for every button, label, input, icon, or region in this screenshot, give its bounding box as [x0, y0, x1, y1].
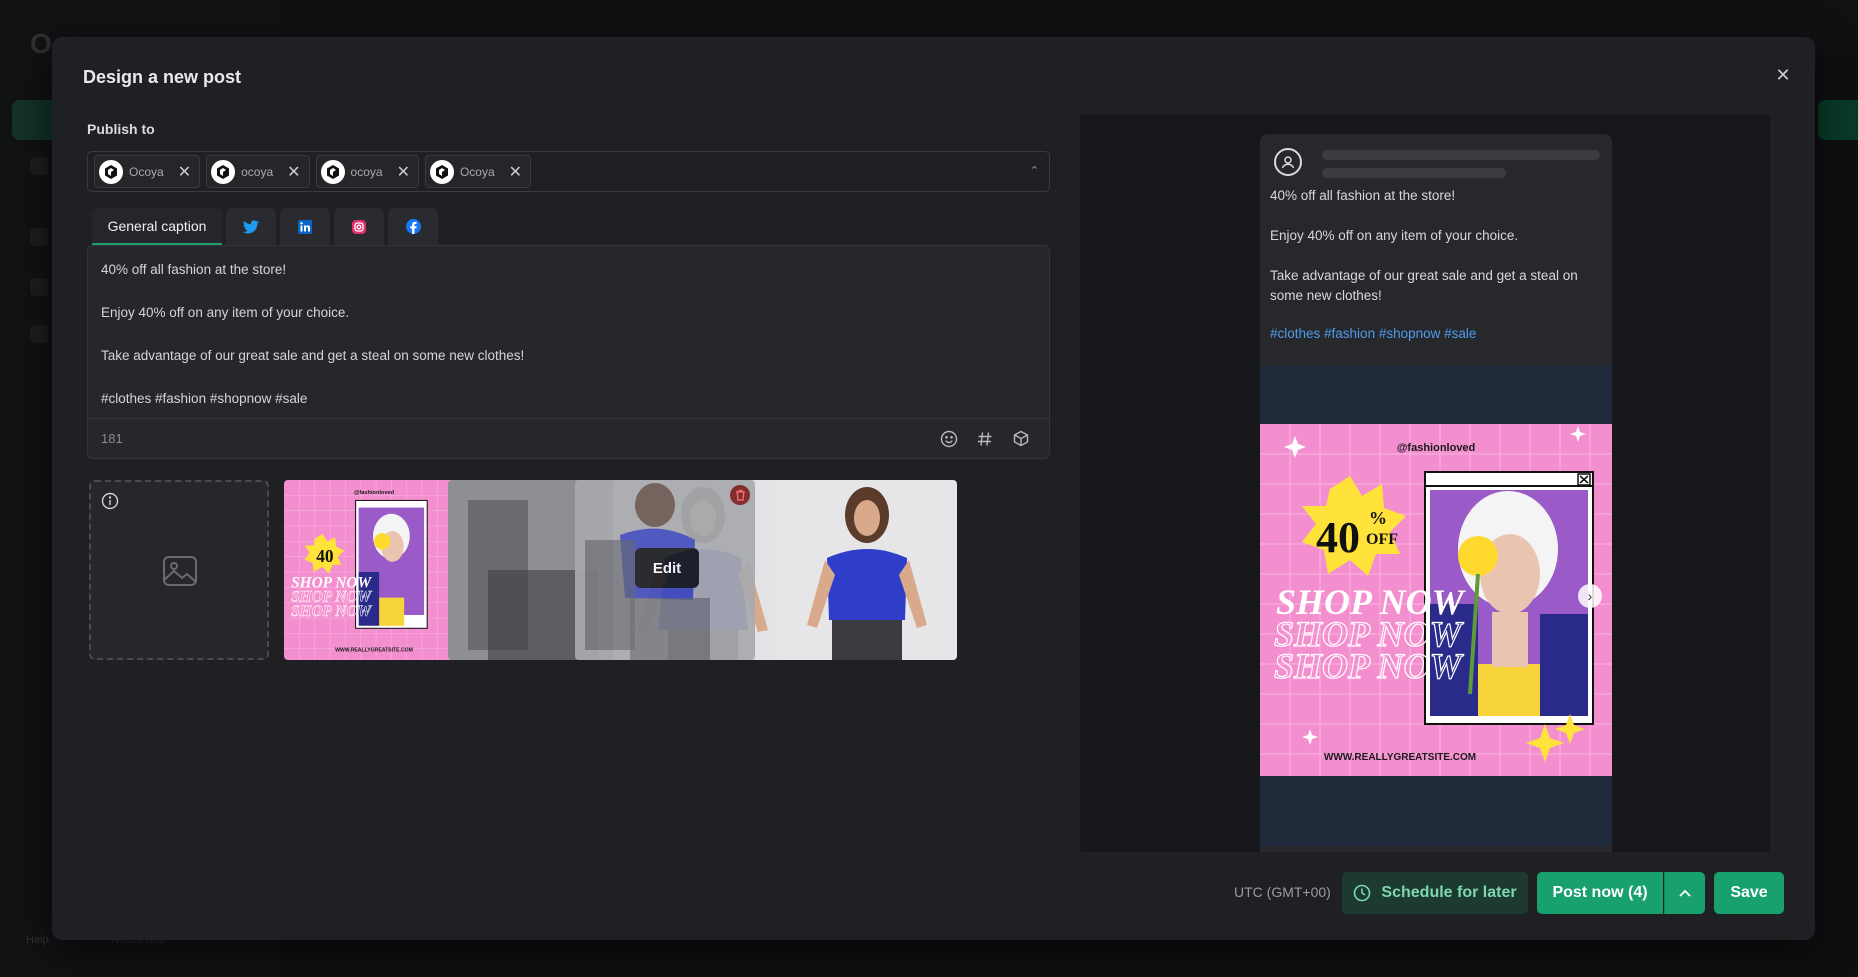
account-chip: Ocoya ✕	[94, 155, 201, 188]
caption-toolbar: 181	[88, 418, 1049, 458]
publish-to-label: Publish to	[87, 121, 155, 137]
media-thumb-photo-3[interactable]	[777, 480, 957, 660]
svg-text:WWW.REALLYGREATSITE.COM: WWW.REALLYGREATSITE.COM	[335, 647, 413, 653]
account-name: Ocoya	[459, 164, 495, 179]
svg-text:WWW.REALLYGREATSITE.COM: WWW.REALLYGREATSITE.COM	[1324, 752, 1476, 763]
clock-icon	[1354, 884, 1371, 902]
linkedin-icon	[298, 219, 312, 234]
svg-text:40: 40	[1316, 513, 1360, 562]
ocoya-logo-icon	[429, 159, 454, 184]
user-avatar-icon	[1274, 148, 1302, 176]
emoji-icon[interactable]	[934, 427, 964, 451]
svg-text:SHOP NOW: SHOP NOW	[291, 603, 372, 620]
save-button[interactable]: Save	[1714, 872, 1784, 914]
account-name: ocoya	[241, 164, 274, 179]
ocoya-logo-icon	[320, 159, 345, 184]
modal-title: Design a new post	[83, 67, 242, 87]
facebook-icon	[405, 219, 421, 234]
schedule-later-button[interactable]: Schedule for later	[1342, 872, 1528, 914]
model-photo	[777, 480, 957, 660]
post-options-button[interactable]	[1664, 872, 1705, 914]
post-preview-panel: 40% off all fashion at the store! Enjoy …	[1080, 115, 1770, 852]
svg-text:@fashionloved: @fashionloved	[354, 490, 395, 496]
remove-account-icon[interactable]: ✕	[287, 162, 300, 182]
preview-hashtags: #clothes #fashion #shopnow #sale	[1270, 326, 1477, 341]
svg-text:OFF: OFF	[1366, 531, 1398, 548]
chevron-updown-icon[interactable]: ⌃	[1030, 164, 1039, 177]
instagram-icon	[352, 219, 366, 234]
skeleton-line	[1322, 150, 1600, 160]
add-media-dropzone[interactable]	[89, 480, 269, 660]
remove-account-icon[interactable]: ✕	[397, 162, 410, 182]
schedule-later-label: Schedule for later	[1381, 884, 1517, 901]
caption-textarea[interactable]: 40% off all fashion at the store! Enjoy …	[88, 246, 1049, 418]
post-now-button[interactable]: Post now (4)	[1537, 872, 1663, 914]
account-chip: Ocoya ✕	[424, 155, 532, 188]
tab-facebook[interactable]	[388, 208, 438, 245]
media-thumb-ad[interactable]: @fashionloved 40 SHOP NOW SHOP NOW SHOP …	[284, 480, 464, 660]
caption-editor[interactable]: 40% off all fashion at the store! Enjoy …	[87, 245, 1050, 459]
post-header	[1260, 134, 1612, 186]
timezone-label: UTC (GMT+00)	[1234, 884, 1331, 900]
info-icon[interactable]	[101, 492, 119, 510]
close-icon[interactable]: ✕	[1773, 65, 1793, 85]
svg-text:SHOP NOW: SHOP NOW	[1274, 646, 1465, 686]
remove-account-icon[interactable]: ✕	[178, 162, 191, 182]
account-chip: ocoya ✕	[315, 155, 419, 188]
account-name: ocoya	[350, 164, 383, 179]
image-icon	[163, 556, 197, 586]
tab-instagram[interactable]	[334, 208, 384, 245]
tab-linkedin[interactable]	[280, 208, 330, 245]
dragging-media-thumb[interactable]: Edit	[575, 480, 755, 660]
account-name: Ocoya	[129, 164, 164, 179]
remove-account-icon[interactable]: ✕	[509, 162, 522, 182]
tab-twitter[interactable]	[226, 208, 276, 245]
publish-to-select[interactable]: Ocoya ✕ ocoya ✕ ocoya ✕ Ocoya ✕ ⌃	[87, 151, 1050, 192]
chevron-right-icon[interactable]: ›	[1578, 584, 1602, 608]
chevron-up-icon	[1679, 889, 1691, 897]
hashtag-icon[interactable]	[970, 427, 1000, 451]
delete-icon[interactable]	[730, 485, 750, 505]
fashion-ad-image: @fashionloved 40 % OFF SHOP NOW SHOP NOW…	[1260, 424, 1612, 776]
preview-media: @fashionloved 40 % OFF SHOP NOW SHOP NOW…	[1260, 366, 1612, 846]
skeleton-line	[1322, 168, 1506, 178]
edit-media-button[interactable]: Edit	[635, 548, 699, 588]
ocoya-logo-icon	[211, 159, 236, 184]
svg-text:@fashionloved: @fashionloved	[1397, 442, 1476, 454]
fashion-ad-image: @fashionloved 40 SHOP NOW SHOP NOW SHOP …	[284, 480, 464, 660]
svg-text:40: 40	[316, 547, 334, 566]
design-post-modal: Design a new post ✕ Publish to Ocoya ✕ o…	[52, 37, 1815, 940]
preview-caption-text: 40% off all fashion at the store! Enjoy …	[1270, 188, 1578, 303]
ai-assist-icon[interactable]	[1006, 427, 1036, 451]
tab-general-caption[interactable]: General caption	[92, 208, 222, 245]
account-chip: ocoya ✕	[206, 155, 310, 188]
svg-text:%: %	[1369, 508, 1387, 528]
ocoya-logo-icon	[99, 159, 123, 184]
character-count: 181	[101, 431, 123, 446]
caption-tabs: General caption	[92, 208, 438, 245]
post-preview-card: 40% off all fashion at the store! Enjoy …	[1260, 134, 1612, 852]
twitter-icon	[243, 219, 259, 233]
